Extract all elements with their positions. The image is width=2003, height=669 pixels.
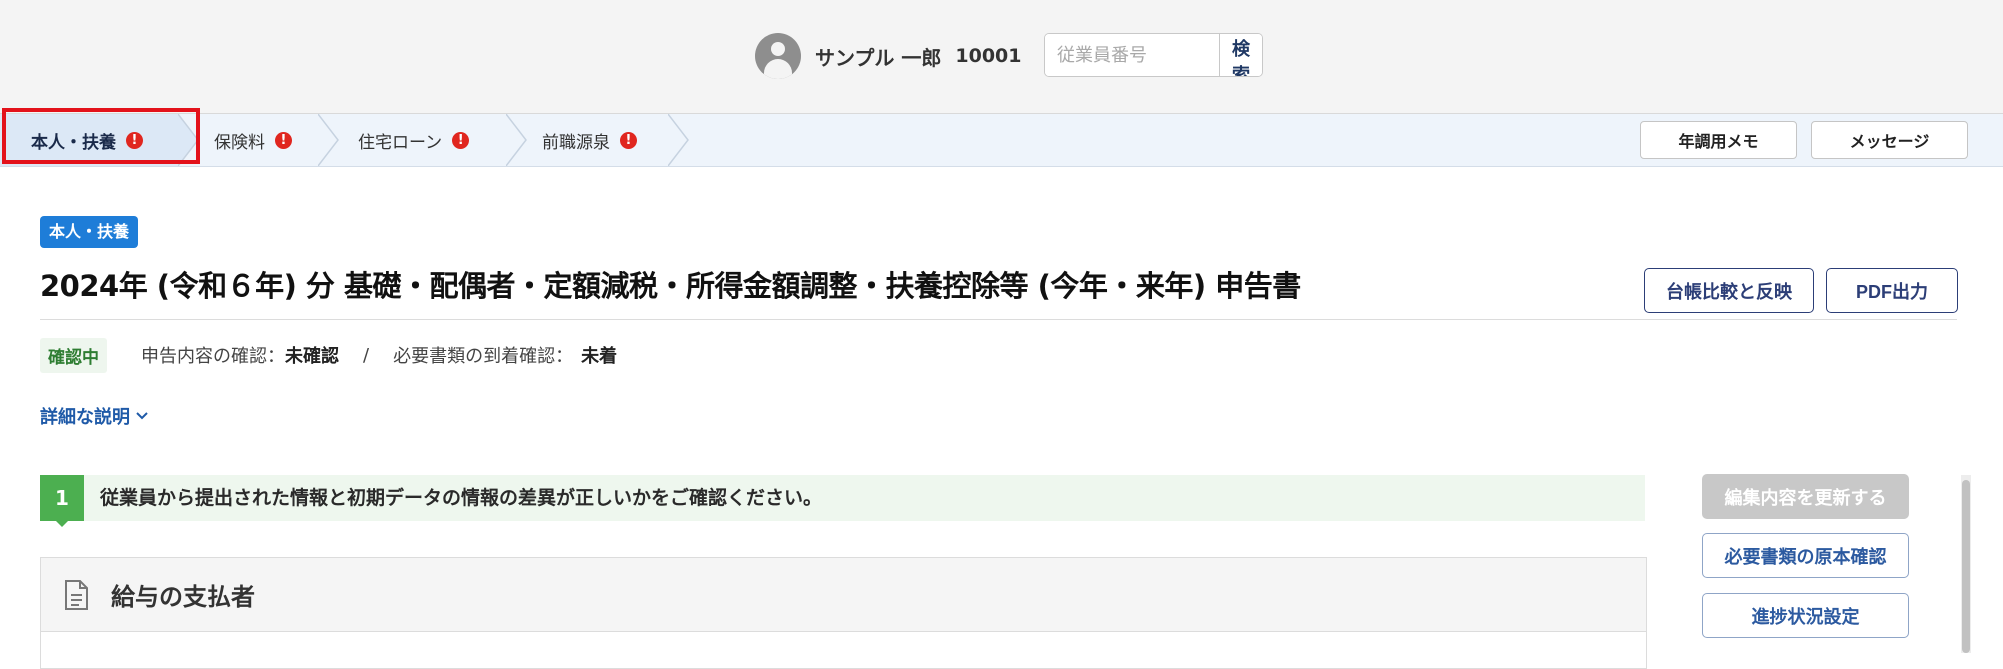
employee-header: サンプル 一郎 10001 検索 (0, 0, 2003, 114)
message-button[interactable]: メッセージ (1811, 121, 1968, 159)
warning-icon: ! (620, 131, 637, 149)
detail-link-label: 詳細な説明 (40, 407, 130, 428)
warning-icon: ! (452, 131, 470, 149)
title-divider (40, 319, 1957, 320)
step-pointer (56, 521, 68, 527)
employee-number: 10001 (955, 45, 1022, 67)
memo-button[interactable]: 年調用メモ (1640, 121, 1797, 159)
progress-setting-button[interactable]: 進捗状況設定 (1702, 593, 1909, 638)
page-title: 2024年 (令和６年) 分 基礎・配偶者・定額減税・所得金額調整・扶養控除等 … (40, 269, 1301, 303)
payer-section: 給与の支払者 (40, 557, 1647, 669)
document-icon (65, 579, 88, 610)
arrival-status-label: 必要書類の到着確認： (393, 346, 574, 367)
tab-label: 本人・扶養 (31, 132, 116, 153)
review-status-value: 未確認 (285, 346, 339, 367)
original-document-check-button[interactable]: 必要書類の原本確認 (1702, 533, 1909, 578)
section-header: 給与の支払者 (41, 558, 1646, 632)
search-button[interactable]: 検索 (1219, 34, 1262, 76)
compare-and-apply-button[interactable]: 台帳比較と反映 (1644, 268, 1814, 313)
employee-search: 検索 (1044, 33, 1263, 77)
tab-separator (178, 114, 199, 166)
category-badge: 本人・扶養 (40, 216, 139, 248)
section-title: 給与の支払者 (111, 583, 255, 611)
status-row: 確認中 申告内容の確認： 未確認 / 必要書類の到着確認： 未着 (40, 337, 618, 373)
tab-jutaku-loan[interactable]: 住宅ローン ! (358, 114, 527, 166)
employee-name: サンプル 一郎 (815, 45, 942, 70)
tab-separator (506, 114, 527, 166)
employee-info: サンプル 一郎 10001 (755, 33, 1021, 79)
tab-label: 前職源泉 (542, 132, 610, 153)
step-instruction: 1 従業員から提出された情報と初期データの情報の差異が正しいかをご確認ください。 (40, 475, 1645, 527)
pdf-export-button[interactable]: PDF出力 (1826, 268, 1958, 313)
tab-label: 住宅ローン (358, 132, 443, 153)
tab-hokenryo[interactable]: 保険料 ! (214, 114, 339, 166)
step-text: 従業員から提出された情報と初期データの情報の差異が正しいかをご確認ください。 (100, 487, 823, 509)
update-edits-button[interactable]: 編集内容を更新する (1702, 474, 1909, 519)
detail-explanation-link[interactable]: 詳細な説明 (40, 403, 148, 429)
tab-honnin-fuyou[interactable]: 本人・扶養 ! (0, 114, 199, 166)
review-status-label: 申告内容の確認： (141, 346, 285, 367)
tab-label: 保険料 (214, 132, 265, 153)
scrollbar-thumb[interactable] (1962, 480, 1970, 653)
tab-separator (668, 114, 689, 166)
step-number: 1 (40, 475, 84, 521)
warning-icon: ! (275, 131, 292, 149)
chevron-down-icon (136, 412, 148, 420)
user-avatar-icon (755, 33, 801, 79)
tab-separator (318, 114, 339, 166)
tab-zenshoku-gensen[interactable]: 前職源泉 ! (542, 114, 689, 166)
status-separator: / (363, 344, 370, 366)
employee-number-search-input[interactable] (1045, 34, 1219, 76)
status-badge: 確認中 (40, 337, 107, 373)
arrival-status-value: 未着 (581, 346, 618, 367)
warning-icon: ! (126, 131, 143, 149)
